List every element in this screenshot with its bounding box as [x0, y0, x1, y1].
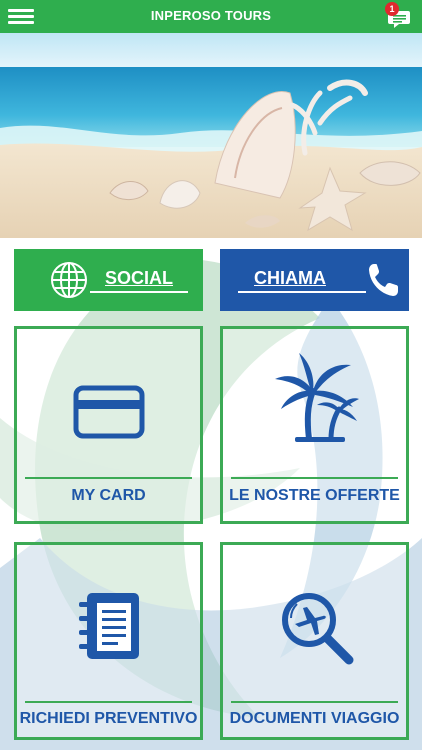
tile-separator: [25, 701, 192, 703]
plane-search-icon: [282, 593, 354, 665]
phone-icon: [369, 264, 398, 296]
hero-banner-image: [0, 33, 422, 238]
call-label: CHIAMA: [254, 268, 326, 288]
social-button[interactable]: SOCIAL: [14, 249, 203, 311]
palm-trees-icon: [275, 353, 359, 442]
credit-card-icon: [73, 385, 145, 439]
tile-quote-request[interactable]: RICHIEDI PREVENTIVO: [14, 542, 203, 740]
app-header: INPEROSO TOURS 1: [0, 0, 422, 33]
tile-separator: [25, 477, 192, 479]
tile-label: DOCUMENTI VIAGGIO: [229, 710, 400, 727]
tile-travel-documents[interactable]: DOCUMENTI VIAGGIO: [220, 542, 409, 740]
tile-separator: [231, 701, 398, 703]
notebook-icon: [79, 593, 139, 659]
tile-label: MY CARD: [71, 487, 146, 504]
notification-badge: 1: [385, 2, 399, 16]
social-underline: [90, 291, 188, 293]
tile-my-card[interactable]: MY CARD: [14, 326, 203, 524]
tile-label: RICHIEDI PREVENTIVO: [19, 710, 198, 727]
tile-separator: [231, 477, 398, 479]
social-label: SOCIAL: [105, 268, 174, 288]
tile-label: LE NOSTRE OFFERTE: [229, 487, 400, 504]
tile-offers[interactable]: LE NOSTRE OFFERTE: [220, 326, 409, 524]
globe-icon: [51, 262, 87, 298]
app-title: INPEROSO TOURS: [150, 8, 272, 23]
call-button[interactable]: CHIAMA: [220, 249, 409, 311]
call-underline: [238, 291, 366, 293]
